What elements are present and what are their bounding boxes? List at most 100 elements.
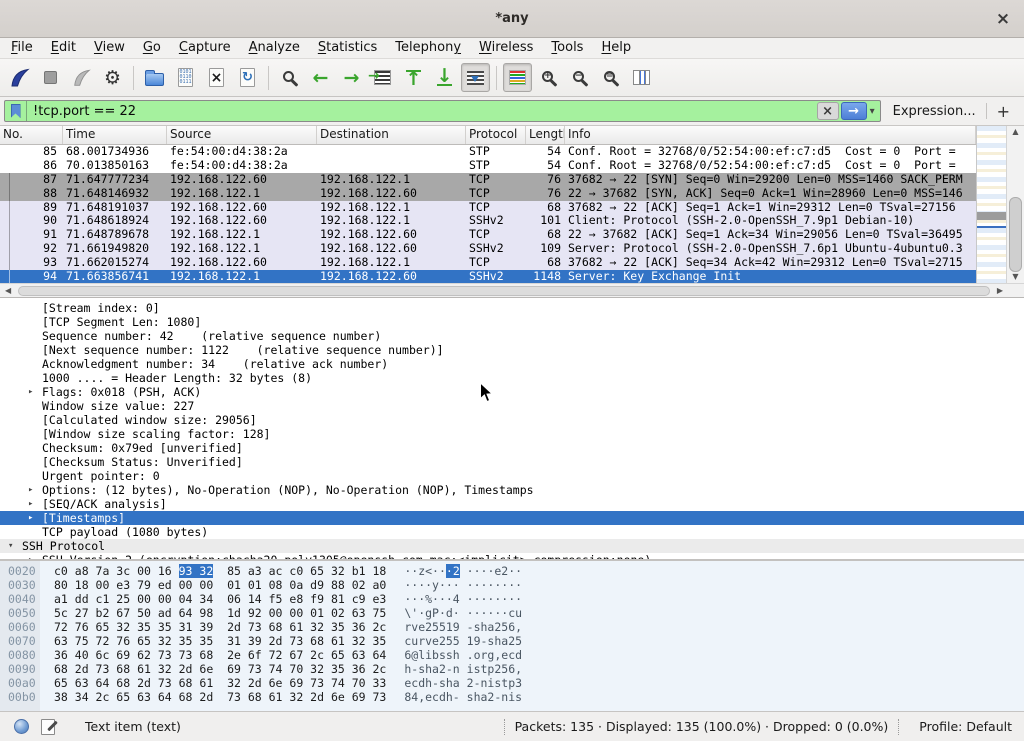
go-back-button[interactable]: ←: [306, 63, 335, 92]
find-packet-button[interactable]: [275, 63, 304, 92]
hex-row[interactable]: 003080 18 00 e3 79 ed 00 00 01 01 08 0a …: [0, 578, 1024, 592]
packet-row[interactable]: 9171.648789678192.168.122.1192.168.122.6…: [0, 228, 976, 242]
menu-item-view[interactable]: View: [85, 38, 134, 58]
expand-arrow-icon[interactable]: ▸: [26, 511, 42, 525]
detail-line[interactable]: Urgent pointer: 0: [0, 469, 1024, 483]
menu-item-tools[interactable]: Tools: [542, 38, 592, 58]
detail-line[interactable]: ▸Flags: 0x018 (PSH, ACK): [0, 385, 1024, 399]
capture-options-button[interactable]: ⚙: [98, 63, 127, 92]
column-header-source[interactable]: Source: [167, 126, 317, 144]
column-header-no[interactable]: No.: [0, 126, 63, 144]
detail-line[interactable]: [Checksum Status: Unverified]: [0, 455, 1024, 469]
detail-line[interactable]: ▸[SEQ/ACK analysis]: [0, 497, 1024, 511]
menu-item-analyze[interactable]: Analyze: [240, 38, 309, 58]
scroll-left-icon[interactable]: ◀: [2, 286, 14, 295]
menu-item-help[interactable]: Help: [592, 38, 640, 58]
hex-row[interactable]: 008036 40 6c 69 62 73 73 68 2e 6f 72 67 …: [0, 648, 1024, 662]
menu-item-telephony[interactable]: Telephony: [386, 38, 470, 58]
detail-line[interactable]: Acknowledgment number: 34 (relative ack …: [0, 357, 1024, 371]
detail-line[interactable]: ▾SSH Protocol: [0, 539, 1024, 553]
detail-line[interactable]: ▸Options: (12 bytes), No-Operation (NOP)…: [0, 483, 1024, 497]
capture-comment-icon[interactable]: [41, 719, 55, 735]
scroll-down-icon[interactable]: ▼: [1012, 271, 1018, 283]
hex-row[interactable]: 009068 2d 73 68 61 32 2d 6e 69 73 74 70 …: [0, 662, 1024, 676]
detail-line[interactable]: [Stream index: 0]: [0, 301, 1024, 315]
go-to-top-button[interactable]: ↑: [399, 63, 428, 92]
zoom-out-button[interactable]: −: [565, 63, 594, 92]
detail-line[interactable]: ▸[Timestamps]: [0, 511, 1024, 525]
go-to-bottom-button[interactable]: ↓: [430, 63, 459, 92]
detail-line[interactable]: Window size value: 227: [0, 399, 1024, 413]
colorize-button[interactable]: [503, 63, 532, 92]
expand-arrow-icon[interactable]: ▸: [26, 497, 42, 511]
packet-row[interactable]: 9471.663856741192.168.122.1192.168.122.6…: [0, 270, 976, 283]
expand-arrow-icon[interactable]: ▸: [26, 483, 42, 497]
packet-row[interactable]: 9371.662015274192.168.122.60192.168.122.…: [0, 256, 976, 270]
scrollbar-thumb[interactable]: [1009, 197, 1022, 272]
auto-scroll-button[interactable]: [461, 63, 490, 92]
detail-line[interactable]: [TCP Segment Len: 1080]: [0, 315, 1024, 329]
restart-capture-button[interactable]: [67, 63, 96, 92]
menu-item-capture[interactable]: Capture: [170, 38, 240, 58]
detail-line[interactable]: TCP payload (1080 bytes): [0, 525, 1024, 539]
column-header-length[interactable]: Length: [526, 126, 565, 144]
scroll-up-icon[interactable]: ▲: [1012, 126, 1018, 138]
menu-item-wireless[interactable]: Wireless: [470, 38, 542, 58]
hex-row[interactable]: 006072 76 65 32 35 35 31 39 2d 73 68 61 …: [0, 620, 1024, 634]
display-filter-input[interactable]: !tcp.port == 22 × → ▾: [4, 100, 881, 122]
column-header-destination[interactable]: Destination: [317, 126, 466, 144]
titlebar[interactable]: *any ×: [0, 0, 1024, 38]
detail-line[interactable]: 1000 .... = Header Length: 32 bytes (8): [0, 371, 1024, 385]
packet-row[interactable]: 8871.648146932192.168.122.1192.168.122.6…: [0, 187, 976, 201]
packet-row[interactable]: 9071.648618924192.168.122.60192.168.122.…: [0, 214, 976, 228]
open-file-button[interactable]: [140, 63, 169, 92]
expand-arrow-icon[interactable]: ▸: [26, 553, 42, 561]
column-header-time[interactable]: Time: [63, 126, 167, 144]
close-file-button[interactable]: ×: [202, 63, 231, 92]
hex-row[interactable]: 0040a1 dd c1 25 00 00 04 34 06 14 f5 e8 …: [0, 592, 1024, 606]
packet-row[interactable]: 8771.647777234192.168.122.60192.168.122.…: [0, 173, 976, 187]
menu-item-edit[interactable]: Edit: [42, 38, 85, 58]
column-header-info[interactable]: Info: [565, 126, 976, 144]
detail-line[interactable]: Sequence number: 42 (relative sequence n…: [0, 329, 1024, 343]
packet-row[interactable]: 8971.648191037192.168.122.60192.168.122.…: [0, 201, 976, 215]
filter-bookmark-icon[interactable]: [5, 101, 27, 121]
column-header-protocol[interactable]: Protocol: [466, 126, 526, 144]
expand-arrow-icon[interactable]: ▾: [6, 539, 22, 553]
expert-info-icon[interactable]: [14, 719, 29, 734]
stop-capture-button[interactable]: [36, 63, 65, 92]
go-to-packet-button[interactable]: →: [368, 63, 397, 92]
hex-row[interactable]: 00b038 34 2c 65 63 64 68 2d 73 68 61 32 …: [0, 690, 1024, 704]
filter-clear-icon[interactable]: ×: [817, 102, 839, 120]
add-filter-button[interactable]: +: [987, 102, 1018, 121]
reload-file-button[interactable]: ↻: [233, 63, 262, 92]
packet-row[interactable]: 8670.013850163fe:54:00:d4:38:2aSTP54Conf…: [0, 159, 976, 173]
detail-line[interactable]: [Next sequence number: 1122 (relative se…: [0, 343, 1024, 357]
filter-dropdown-icon[interactable]: ▾: [867, 106, 880, 117]
zoom-in-button[interactable]: +: [534, 63, 563, 92]
hex-row[interactable]: 007063 75 72 76 65 32 35 35 31 39 2d 73 …: [0, 634, 1024, 648]
packet-list-horizontal-scrollbar[interactable]: ◀ ▶: [0, 283, 1024, 297]
hex-row[interactable]: 00a065 63 64 68 2d 73 68 61 32 2d 6e 69 …: [0, 676, 1024, 690]
expression-button[interactable]: Expression...: [881, 104, 986, 119]
hscrollbar-thumb[interactable]: [18, 286, 990, 296]
menu-item-file[interactable]: File: [2, 38, 42, 58]
detail-line[interactable]: ▸SSH Version 2 (encryption:chacha20-poly…: [0, 553, 1024, 561]
menu-item-go[interactable]: Go: [134, 38, 170, 58]
go-forward-button[interactable]: →: [337, 63, 366, 92]
save-file-button[interactable]: 010101100111: [171, 63, 200, 92]
expand-arrow-icon[interactable]: ▸: [26, 385, 42, 399]
packet-row[interactable]: 9271.661949820192.168.122.1192.168.122.6…: [0, 242, 976, 256]
zoom-reset-button[interactable]: =: [596, 63, 625, 92]
menu-item-statistics[interactable]: Statistics: [309, 38, 386, 58]
profile-label[interactable]: Profile: Default: [919, 719, 1012, 734]
packet-list-vertical-scrollbar[interactable]: ▲ ▼: [1006, 126, 1024, 283]
intelligent-scrollbar-minimap[interactable]: [976, 126, 1006, 283]
detail-line[interactable]: [Window size scaling factor: 128]: [0, 427, 1024, 441]
detail-line[interactable]: Checksum: 0x79ed [unverified]: [0, 441, 1024, 455]
resize-columns-button[interactable]: [627, 63, 656, 92]
detail-line[interactable]: [Calculated window size: 29056]: [0, 413, 1024, 427]
filter-apply-icon[interactable]: →: [841, 102, 867, 120]
close-icon[interactable]: ×: [992, 8, 1014, 30]
packet-row[interactable]: 8568.001734936fe:54:00:d4:38:2aSTP54Conf…: [0, 145, 976, 159]
